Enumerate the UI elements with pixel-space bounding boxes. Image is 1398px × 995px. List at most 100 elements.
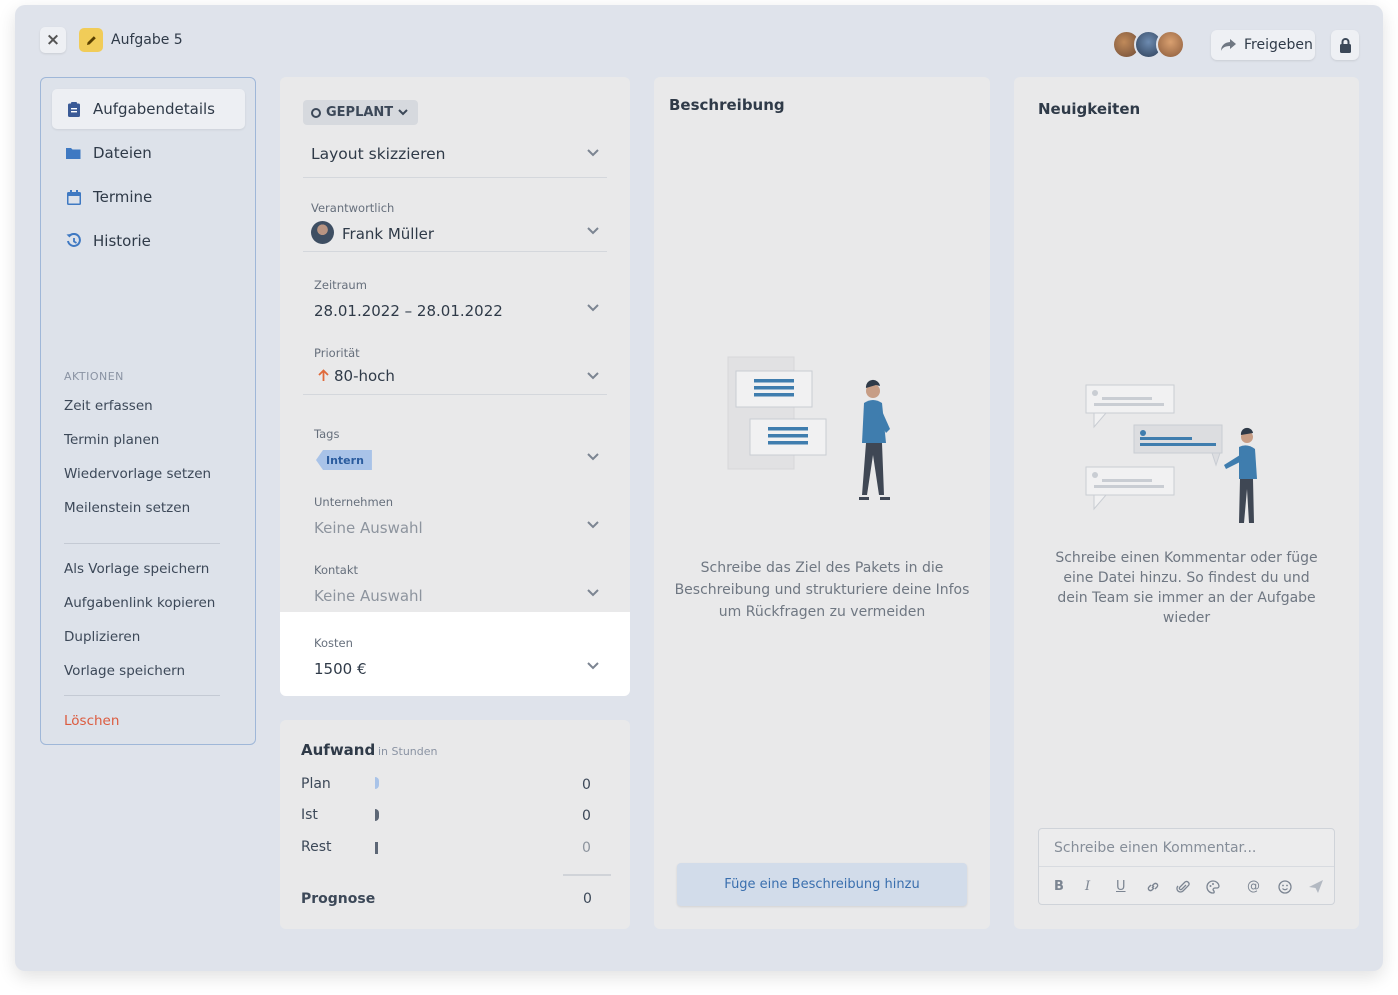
effort-title: Aufwand — [301, 741, 376, 759]
sidebar-item-appointments[interactable]: Termine — [52, 177, 245, 217]
sidebar-item-label: Aufgabendetails — [93, 100, 215, 118]
description-illustration — [727, 356, 890, 500]
sidebar-item-files[interactable]: Dateien — [52, 133, 245, 173]
palette-icon[interactable] — [1206, 880, 1220, 894]
cost-field-card[interactable]: Kosten 1500 € — [280, 612, 630, 696]
history-icon — [66, 233, 82, 249]
share-label: Freigeben — [1244, 37, 1313, 53]
actions-heading: AKTIONEN — [64, 370, 124, 383]
chevron-down-icon[interactable] — [587, 521, 599, 529]
priority-field[interactable]: 80-hoch — [334, 367, 395, 385]
plan-bar — [375, 777, 379, 789]
divider — [303, 394, 607, 395]
effort-rest-label: Rest — [301, 839, 332, 855]
chevron-down-icon[interactable] — [587, 227, 599, 235]
actual-bar — [375, 809, 379, 821]
action-duplicate[interactable]: Duplizieren — [64, 629, 140, 645]
sidebar-item-label: Termine — [93, 188, 153, 206]
effort-plan-value: 0 — [582, 777, 591, 793]
action-save-as-template[interactable]: Als Vorlage speichern — [64, 561, 209, 577]
delete-button[interactable]: Löschen — [64, 713, 119, 729]
action-schedule-appointment[interactable]: Termin planen — [64, 432, 159, 448]
share-button[interactable]: Freigeben — [1211, 30, 1315, 60]
description-title: Beschreibung — [669, 96, 785, 114]
details-panel: GEPLANT Layout skizzieren Verantwortlich… — [280, 77, 630, 696]
sidebar-item-history[interactable]: Historie — [52, 221, 245, 261]
action-save-template[interactable]: Vorlage speichern — [64, 663, 185, 679]
action-track-time[interactable]: Zeit erfassen — [64, 398, 153, 414]
cost-field[interactable]: 1500 € — [314, 660, 367, 678]
period-label: Zeitraum — [314, 278, 367, 292]
effort-actual-value: 0 — [582, 808, 591, 824]
calendar-icon — [66, 189, 82, 205]
action-set-reminder[interactable]: Wiedervorlage setzen — [64, 466, 211, 482]
company-field[interactable]: Keine Auswahl — [314, 519, 423, 537]
forecast-value: 0 — [583, 891, 592, 907]
emoji-icon[interactable] — [1278, 880, 1292, 894]
news-panel: Neuigkeiten Schreibe einen Kommentar ode… — [1014, 77, 1359, 929]
bold-button[interactable]: B — [1054, 879, 1064, 894]
news-illustration — [1085, 384, 1257, 523]
underline-button[interactable]: U — [1116, 879, 1126, 894]
avatar — [311, 221, 334, 244]
status-dropdown[interactable]: GEPLANT — [303, 100, 419, 125]
contact-label: Kontakt — [314, 563, 359, 577]
sidebar-item-task-details[interactable]: Aufgabendetails — [52, 89, 245, 129]
link-icon[interactable] — [1146, 880, 1160, 894]
description-empty-text: Schreibe das Ziel des Pakets in die Besc… — [674, 560, 970, 620]
chevron-down-icon[interactable] — [587, 589, 599, 597]
sidebar-item-label: Historie — [93, 232, 151, 250]
company-label: Unternehmen — [314, 495, 394, 509]
action-copy-task-link[interactable]: Aufgabenlink kopieren — [64, 595, 215, 611]
task-window: × Aufgabe 5 Freigeben Aufgabendetails Da… — [15, 5, 1383, 971]
tag-chip[interactable]: Intern — [316, 450, 372, 470]
divider — [303, 177, 607, 178]
divider — [64, 543, 220, 544]
comment-box: B I U @ — [1038, 828, 1335, 905]
sidebar-item-label: Dateien — [93, 144, 152, 162]
task-name-field[interactable]: Layout skizzieren — [311, 145, 445, 163]
divider — [303, 251, 607, 252]
effort-rest-value: 0 — [582, 840, 591, 856]
share-arrow-icon — [1221, 38, 1236, 51]
chevron-down-icon[interactable] — [587, 453, 599, 461]
effort-unit: in Stunden — [378, 745, 438, 758]
pencil-icon — [79, 28, 103, 52]
period-field[interactable]: 28.01.2022 – 28.01.2022 — [314, 302, 503, 320]
chevron-down-icon[interactable] — [587, 304, 599, 312]
close-button[interactable]: × — [40, 27, 66, 53]
contact-field[interactable]: Keine Auswahl — [314, 587, 423, 605]
send-icon[interactable] — [1308, 879, 1324, 894]
divider — [563, 874, 611, 876]
attachment-icon[interactable] — [1176, 880, 1190, 894]
effort-plan-label: Plan — [301, 776, 331, 792]
avatar[interactable] — [1156, 30, 1185, 59]
sidebar: Aufgabendetails Dateien Termine Historie… — [40, 77, 256, 745]
add-description-button[interactable]: Füge eine Beschreibung hinzu — [677, 863, 967, 906]
chevron-down-icon[interactable] — [587, 149, 599, 157]
lock-button[interactable] — [1331, 30, 1359, 60]
chevron-down-icon — [398, 109, 408, 116]
mention-button[interactable]: @ — [1247, 879, 1260, 894]
chevron-down-icon[interactable] — [587, 662, 599, 670]
action-set-milestone[interactable]: Meilenstein setzen — [64, 500, 190, 516]
description-panel: Beschreibung Schreibe das Ziel des Paket… — [654, 77, 990, 929]
status-dot-icon — [311, 107, 321, 118]
status-label: GEPLANT — [326, 105, 394, 120]
tags-label: Tags — [314, 427, 340, 441]
cost-label: Kosten — [314, 636, 353, 650]
effort-panel: Aufwand in Stunden Plan 0 Ist 0 Rest 0 P… — [280, 720, 630, 929]
comment-toolbar: B I U @ — [1039, 869, 1334, 905]
arrow-up-icon — [318, 369, 329, 381]
task-title: Aufgabe 5 — [111, 32, 183, 48]
italic-button[interactable]: I — [1085, 879, 1090, 894]
chevron-down-icon[interactable] — [587, 372, 599, 380]
close-icon: × — [45, 30, 61, 50]
divider — [64, 695, 220, 696]
folder-icon — [66, 147, 82, 159]
priority-label: Priorität — [314, 346, 360, 360]
news-title: Neuigkeiten — [1038, 100, 1141, 118]
effort-actual-label: Ist — [301, 807, 318, 823]
responsible-field[interactable]: Frank Müller — [342, 225, 434, 243]
comment-input[interactable] — [1039, 829, 1334, 867]
